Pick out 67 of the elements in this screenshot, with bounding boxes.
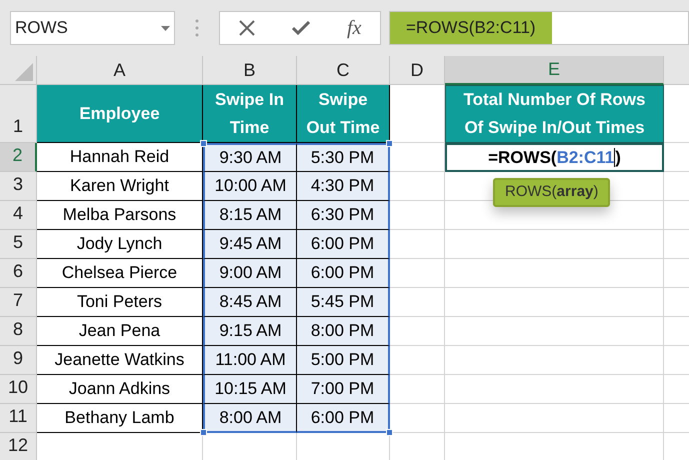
time-cell: 8:00 AM	[203, 404, 297, 433]
time-cell: 9:30 AM	[203, 143, 297, 172]
time-cell: 10:15 AM	[203, 375, 297, 404]
column-heading: Swipe In Time	[203, 85, 297, 143]
select-all-icon[interactable]	[15, 63, 33, 81]
column-header[interactable]: E	[445, 56, 664, 85]
row-header[interactable]: 11	[0, 404, 37, 433]
time-cell: 9:45 AM	[203, 230, 297, 259]
empty-cell[interactable]	[445, 230, 664, 259]
row-header[interactable]: 2	[0, 143, 37, 172]
name-box[interactable]: ROWS	[10, 11, 175, 45]
check-icon[interactable]	[292, 21, 310, 35]
column-heading: Total Number Of Rows Of Swipe In/Out Times	[445, 85, 664, 143]
time-cell: 10:00 AM	[203, 172, 297, 201]
drag-handle-icon	[195, 19, 199, 37]
name-box-value: ROWS	[15, 17, 68, 40]
row-header[interactable]: 8	[0, 317, 37, 346]
formula-text: =ROWS(B2:C11)	[390, 12, 552, 44]
dropdown-caret-icon[interactable]	[161, 26, 170, 30]
column-header[interactable]	[664, 56, 689, 85]
time-cell: 9:15 AM	[203, 317, 297, 346]
time-cell: 8:00 PM	[297, 317, 390, 346]
column-heading: Swipe Out Time	[297, 85, 390, 143]
time-cell: 8:15 AM	[203, 201, 297, 230]
row-header[interactable]: 10	[0, 375, 37, 404]
selection-handle[interactable]	[200, 429, 207, 436]
row-header[interactable]: 5	[0, 230, 37, 259]
empty-cell[interactable]	[445, 172, 664, 201]
column-heading: Employee	[37, 85, 203, 143]
function-tooltip: ROWS(array)	[493, 178, 610, 206]
time-cell: 4:30 PM	[297, 172, 390, 201]
column-header[interactable]: D	[390, 56, 445, 85]
time-cell: 8:45 AM	[203, 288, 297, 317]
empty-cell[interactable]	[445, 404, 664, 433]
time-cell: 7:00 PM	[297, 375, 390, 404]
row-header[interactable]: 6	[0, 259, 37, 288]
selection-handle[interactable]	[386, 429, 393, 436]
selection-handle[interactable]	[386, 140, 393, 147]
insert-function-button[interactable]: fx	[346, 13, 362, 43]
row-header[interactable]: 12	[0, 433, 37, 460]
column-header[interactable]: B	[203, 56, 297, 85]
selection-handle[interactable]	[200, 140, 207, 147]
time-cell: 5:30 PM	[297, 143, 390, 172]
close-icon[interactable]	[238, 20, 255, 36]
empty-cell[interactable]	[445, 375, 664, 404]
time-cell: 6:00 PM	[297, 404, 390, 433]
time-cell: 6:30 PM	[297, 201, 390, 230]
formula-bar[interactable]: =ROWS(B2:C11)	[389, 11, 689, 45]
empty-cell[interactable]	[445, 201, 664, 230]
empty-cell[interactable]	[445, 259, 664, 288]
time-cell: 11:00 AM	[203, 346, 297, 375]
time-cell: 9:00 AM	[203, 259, 297, 288]
row-header[interactable]: 7	[0, 288, 37, 317]
row-header[interactable]: 3	[0, 172, 37, 201]
time-cell: 5:45 PM	[297, 288, 390, 317]
empty-cell[interactable]	[445, 288, 664, 317]
empty-cell[interactable]	[445, 346, 664, 375]
column-header[interactable]: A	[37, 56, 203, 85]
empty-cell[interactable]	[445, 317, 664, 346]
row-header[interactable]: 4	[0, 201, 37, 230]
cell-formula: =ROWS(B2:C11)	[488, 146, 621, 169]
time-cell: 5:00 PM	[297, 346, 390, 375]
time-cell: 6:00 PM	[297, 259, 390, 288]
row-header[interactable]: 1	[0, 85, 37, 143]
column-header[interactable]: C	[297, 56, 390, 85]
row-header[interactable]: 9	[0, 346, 37, 375]
time-cell: 6:00 PM	[297, 230, 390, 259]
